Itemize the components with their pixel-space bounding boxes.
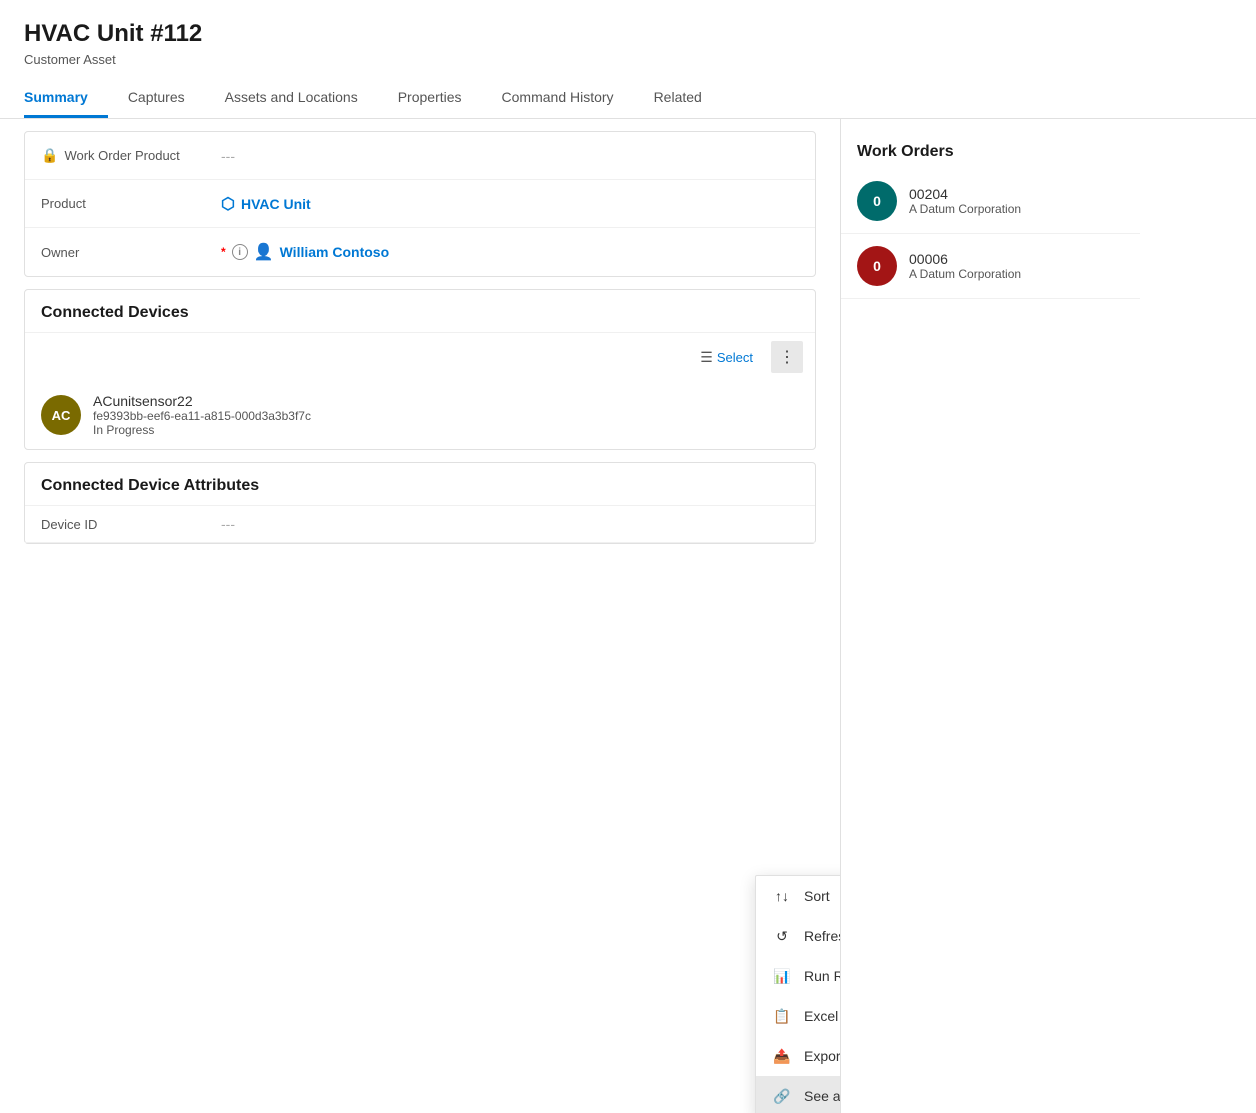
menu-run-report-label: Run Report <box>804 968 840 984</box>
menu-item-excel-templates[interactable]: 📋 Excel Templates › <box>756 996 840 1036</box>
product-label: Product <box>41 196 221 211</box>
wo-badge-1: 0 <box>857 181 897 221</box>
device-id-row: Device ID --- <box>25 506 815 543</box>
export-connections-icon: 📤 <box>772 1046 792 1066</box>
wo-info-2: 00006 A Datum Corporation <box>909 251 1124 281</box>
main-content: 🔒 Work Order Product --- Product ⬡ HVAC … <box>0 119 840 1113</box>
select-button[interactable]: ☰ Select <box>690 344 763 371</box>
device-info: ACunitsensor22 fe9393bb-eef6-ea11-a815-0… <box>93 393 799 437</box>
connected-devices-title: Connected Devices <box>25 290 815 333</box>
work-order-product-row: 🔒 Work Order Product --- <box>25 132 815 180</box>
sort-icon: ↑↓ <box>772 886 792 906</box>
device-id-attr-value: --- <box>221 516 799 532</box>
device-row: AC ACunitsensor22 fe9393bb-eef6-ea11-a81… <box>25 381 815 449</box>
refresh-icon: ↺ <box>772 926 792 946</box>
tab-properties[interactable]: Properties <box>378 79 482 118</box>
see-associated-icon: 🔗 <box>772 1086 792 1106</box>
required-star: * <box>221 245 226 259</box>
lock-icon: 🔒 <box>41 147 58 164</box>
wo-number-2: 00006 <box>909 251 1124 267</box>
nav-tabs: Summary Captures Assets and Locations Pr… <box>24 79 1232 118</box>
menu-excel-templates-label: Excel Templates <box>804 1008 840 1024</box>
connected-devices-toolbar: ☰ Select ⋮ <box>25 333 815 381</box>
info-icon[interactable]: i <box>232 244 248 260</box>
connected-device-attributes-section: Connected Device Attributes Device ID --… <box>24 462 816 544</box>
context-menu: ↑↓ Sort ↺ Refresh 📊 Run Report › 📋 E <box>755 875 840 1113</box>
box-icon: ⬡ <box>221 194 235 214</box>
menu-export-connections-label: Export Connections <box>804 1048 840 1064</box>
device-status: In Progress <box>93 423 799 437</box>
list-icon: ☰ <box>700 349 713 366</box>
menu-see-associated-label: See associated records <box>804 1088 840 1104</box>
menu-item-see-associated[interactable]: 🔗 See associated records <box>756 1076 840 1113</box>
context-menu-overlay: ↑↓ Sort ↺ Refresh 📊 Run Report › 📋 E <box>755 875 840 1113</box>
form-section: 🔒 Work Order Product --- Product ⬡ HVAC … <box>24 131 816 277</box>
work-order-item-1[interactable]: 0 00204 A Datum Corporation <box>841 169 1140 234</box>
owner-value[interactable]: * i 👤 William Contoso <box>221 242 799 262</box>
owner-row: Owner * i 👤 William Contoso <box>25 228 815 276</box>
run-report-icon: 📊 <box>772 966 792 986</box>
tab-related[interactable]: Related <box>634 79 722 118</box>
more-options-button[interactable]: ⋮ <box>771 341 803 373</box>
tab-command-history[interactable]: Command History <box>482 79 634 118</box>
device-id: fe9393bb-eef6-ea11-a815-000d3a3b3f7c <box>93 409 799 423</box>
tab-captures[interactable]: Captures <box>108 79 205 118</box>
ellipsis-icon: ⋮ <box>779 347 795 367</box>
menu-sort-label: Sort <box>804 888 840 904</box>
work-order-product-label: 🔒 Work Order Product <box>41 147 221 164</box>
wo-number-1: 00204 <box>909 186 1124 202</box>
menu-item-refresh[interactable]: ↺ Refresh <box>756 916 840 956</box>
menu-refresh-label: Refresh <box>804 928 840 944</box>
work-order-product-value: --- <box>221 148 799 164</box>
menu-item-export-connections[interactable]: 📤 Export Connections | › <box>756 1036 840 1076</box>
connected-device-attributes-title: Connected Device Attributes <box>25 463 815 506</box>
wo-company-1: A Datum Corporation <box>909 202 1124 216</box>
wo-info-1: 00204 A Datum Corporation <box>909 186 1124 216</box>
work-orders-title: Work Orders <box>841 131 1140 169</box>
work-order-item-2[interactable]: 0 00006 A Datum Corporation <box>841 234 1140 299</box>
product-value[interactable]: ⬡ HVAC Unit <box>221 194 799 214</box>
menu-item-run-report[interactable]: 📊 Run Report › <box>756 956 840 996</box>
connected-devices-section: Connected Devices ☰ Select ⋮ AC ACunitse… <box>24 289 816 450</box>
tab-summary[interactable]: Summary <box>24 79 108 118</box>
device-id-label: Device ID <box>41 517 221 532</box>
menu-item-sort[interactable]: ↑↓ Sort <box>756 876 840 916</box>
page-title: HVAC Unit #112 <box>24 20 1232 48</box>
device-avatar: AC <box>41 395 81 435</box>
right-panel: Work Orders 0 00204 A Datum Corporation … <box>840 119 1140 1113</box>
wo-company-2: A Datum Corporation <box>909 267 1124 281</box>
person-icon: 👤 <box>254 242 274 262</box>
excel-templates-icon: 📋 <box>772 1006 792 1026</box>
owner-label: Owner <box>41 245 221 260</box>
page-subtitle: Customer Asset <box>24 52 1232 67</box>
device-name: ACunitsensor22 <box>93 393 799 409</box>
tab-assets-locations[interactable]: Assets and Locations <box>205 79 378 118</box>
wo-badge-2: 0 <box>857 246 897 286</box>
product-row: Product ⬡ HVAC Unit <box>25 180 815 228</box>
